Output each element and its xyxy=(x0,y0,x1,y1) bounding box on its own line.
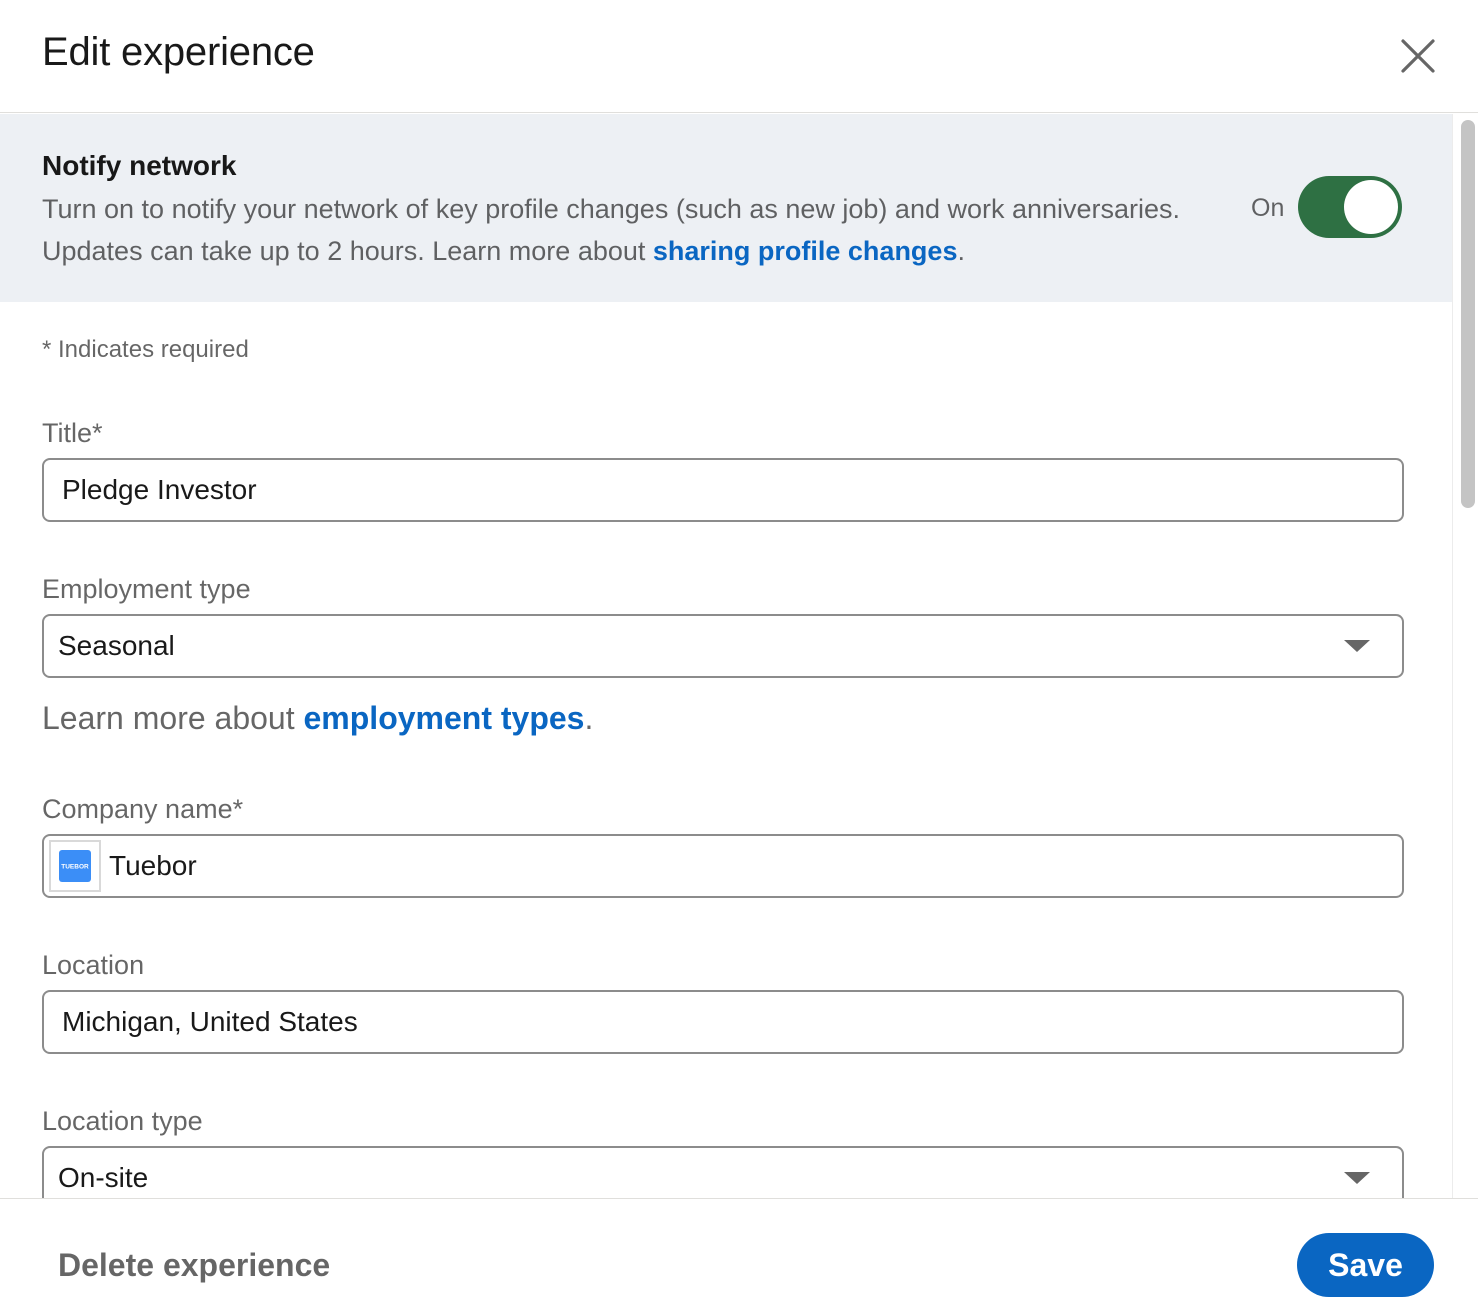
location-type-label: Location type xyxy=(42,1106,203,1136)
notify-title: Notify network xyxy=(42,150,237,181)
title-value: Pledge Investor xyxy=(62,474,257,505)
company-name-value: Tuebor xyxy=(109,850,197,881)
toggle-state-label: On xyxy=(1251,194,1285,222)
sharing-profile-changes-link[interactable]: sharing profile changes xyxy=(653,236,958,266)
employment-type-label: Employment type xyxy=(42,574,251,604)
required-note: * Indicates required xyxy=(42,336,249,363)
toggle-knob xyxy=(1344,180,1398,234)
company-logo-frame: TUEBOR xyxy=(49,840,101,892)
scrollbar[interactable] xyxy=(1452,114,1478,1198)
location-type-value: On-site xyxy=(58,1162,149,1193)
employment-learn-more: Learn more about employment types. xyxy=(42,700,593,737)
close-button[interactable] xyxy=(1392,30,1444,82)
employment-type-select[interactable]: Seasonal xyxy=(42,614,1404,678)
modal-footer: Delete experience Save xyxy=(0,1198,1478,1316)
location-value: Michigan, United States xyxy=(62,1006,358,1037)
notify-desc-suffix: . xyxy=(957,236,965,266)
employment-types-link[interactable]: employment types xyxy=(304,700,585,736)
location-label: Location xyxy=(42,950,145,980)
notify-network-banner: Notify network Turn on to notify your ne… xyxy=(0,114,1452,302)
scrollbar-thumb[interactable] xyxy=(1461,120,1475,508)
employment-learn-suffix: . xyxy=(584,700,594,736)
company-logo-text: TUEBOR xyxy=(61,864,89,871)
caret-down-icon xyxy=(1344,640,1370,652)
company-logo-icon: TUEBOR xyxy=(59,850,91,882)
title-input[interactable]: Pledge Investor xyxy=(42,458,1404,522)
location-input[interactable]: Michigan, United States xyxy=(42,990,1404,1054)
location-type-select[interactable]: On-site xyxy=(42,1146,1404,1198)
caret-down-icon xyxy=(1344,1172,1370,1184)
notify-network-toggle[interactable] xyxy=(1298,176,1402,238)
title-label: Title* xyxy=(42,418,103,448)
notify-desc-text: Turn on to notify your network of key pr… xyxy=(42,194,1181,266)
employment-learn-text: Learn more about xyxy=(42,700,304,736)
company-name-label: Company name* xyxy=(42,794,244,824)
modal-body: Notify network Turn on to notify your ne… xyxy=(0,114,1478,1198)
company-name-input[interactable]: TUEBOR Tuebor xyxy=(42,834,1404,898)
modal-title: Edit experience xyxy=(42,30,315,74)
employment-type-value: Seasonal xyxy=(58,630,175,661)
notify-description: Turn on to notify your network of key pr… xyxy=(42,188,1222,272)
delete-experience-button[interactable]: Delete experience xyxy=(58,1247,330,1284)
close-icon xyxy=(1401,39,1435,73)
save-button[interactable]: Save xyxy=(1297,1233,1434,1297)
edit-experience-modal: Edit experience Notify network Turn on t… xyxy=(0,0,1478,1316)
modal-header: Edit experience xyxy=(0,0,1478,113)
